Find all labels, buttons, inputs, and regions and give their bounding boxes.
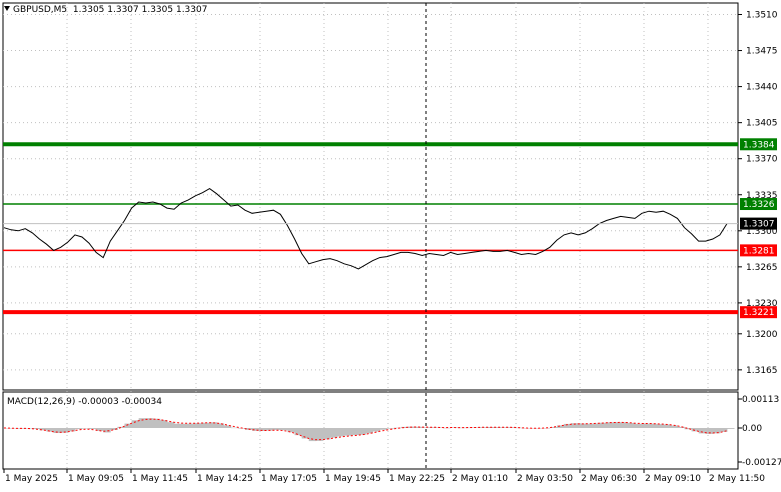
chart-window[interactable]: 1.3384 1.3326 1.3281 1.3221 1.3307 1.3510 1.… [0,0,781,489]
time-tick-label: 1 May 2025 [5,474,58,484]
level-price-tag: 1.3326 [743,200,775,210]
macd-histogram-bar [124,423,132,428]
macd-histogram-bar [337,428,345,437]
price-tick-label: 1.3475 [746,47,778,57]
macd-histogram-bar [315,428,324,441]
macd-histogram-bar [351,428,359,436]
macd-histogram-bar [663,424,671,428]
time-tick-label: 2 May 09:10 [645,474,701,484]
ohlc-values: 1.3305 1.3307 1.3305 1.3307 [72,5,208,15]
chart-title: GBPUSD,M5 1.3305 1.3307 1.3305 1.3307 [4,5,207,15]
macd-histogram-bar [294,428,303,436]
macd-histogram-bar [620,422,629,428]
macd-tick-label: -0.00127 [742,458,781,468]
price-tick-label: 1.3200 [746,330,778,340]
macd-histogram-bar [167,422,175,428]
time-tick-label: 1 May 19:45 [325,474,381,484]
time-axis[interactable]: 1 May 2025 1 May 09:05 1 May 11:45 1 May 14… [3,469,765,484]
time-tick-label: 2 May 03:50 [517,474,573,484]
macd-histogram-bar [372,428,381,432]
macd-histogram-bar [613,422,622,428]
macd-histogram-bar [634,423,643,428]
macd-tick-label: 0.00113 [742,395,779,405]
macd-histogram-bar [188,423,196,428]
macd-histogram-bar [656,424,664,428]
time-tick-label: 2 May 06:30 [581,474,637,484]
macd-histogram-bar [152,418,161,428]
macd-tick-label: 0.00 [742,424,762,434]
level-price-tag: 1.3281 [743,246,775,256]
macd-histogram-bar [358,428,366,435]
time-tick-label: 1 May 09:05 [68,474,124,484]
macd-histogram-bar [670,425,678,428]
time-tick-label: 2 May 11:50 [709,474,765,484]
time-tick-label: 1 May 17:05 [261,474,317,484]
time-tick-label: 2 May 01:10 [452,474,508,484]
macd-histogram-bar [330,428,338,438]
macd-histogram-bar [174,423,182,428]
macd-histogram-bar [89,428,97,430]
macd-histogram-bar [322,428,331,440]
price-tick-label: 1.3335 [746,191,778,201]
macd-histogram-bar [727,428,735,429]
macd-histogram-bar [627,422,636,428]
macd-histogram-bar [386,428,395,429]
macd-histogram-bar [379,428,388,430]
macd-histogram-bar [181,423,189,428]
price-panel-frame [2,2,739,391]
time-tick-label: 1 May 22:25 [389,474,445,484]
price-tick-label: 1.3440 [746,83,778,93]
macd-histogram-bar [344,428,352,436]
macd-histogram-bar [117,426,125,428]
price-series: 1.3307 [3,188,777,270]
macd-histogram-bar [202,422,210,428]
macd-histogram-bar [585,423,593,428]
macd-histogram-bar [67,428,76,432]
dropdown-triangle-icon[interactable] [4,6,10,11]
macd-indicator [3,418,735,442]
price-tick-label: 1.3510 [746,11,778,21]
price-tick-label: 1.3300 [746,227,778,237]
macd-histogram-bar [273,428,281,431]
time-tick-label: 1 May 14:25 [197,474,253,484]
chart-canvas[interactable]: 1.3384 1.3326 1.3281 1.3221 1.3307 1.3510 1.… [0,0,781,489]
price-tick-label: 1.3265 [746,263,778,273]
time-tick-label: 1 May 11:45 [132,474,188,484]
price-tick-label: 1.3230 [746,299,778,309]
macd-histogram-bar [46,428,55,432]
macd-histogram-bar [677,426,685,428]
macd-histogram-bar [592,423,600,428]
level-price-tag: 1.3384 [743,140,775,150]
macd-histogram-bar [81,428,90,429]
macd-histogram-bar [74,428,83,430]
macd-title: MACD(12,26,9) -0.00003 -0.00034 [7,397,163,407]
macd-histogram-bar [195,423,203,428]
level-price-tag: 1.3221 [743,308,775,318]
macd-histogram-bar [103,428,111,433]
macd-histogram-bar [393,427,402,429]
price-axis[interactable]: 1.35101.34751.34401.34051.33701.33351.33… [738,11,778,376]
macd-histogram-bar [159,420,168,428]
price-tick-label: 1.3405 [746,119,778,129]
macd-axis: 0.00113 0.00 -0.00127 [738,395,781,468]
symbol-label: GBPUSD,M5 [13,5,68,15]
macd-histogram-bar [230,427,239,429]
macd-histogram-bar [641,423,650,428]
macd-histogram-bar [599,422,607,428]
price-tick-label: 1.3370 [746,155,778,165]
price-tick-label: 1.3165 [746,366,778,376]
price-line [3,188,728,270]
macd-histogram-bar [365,428,373,434]
